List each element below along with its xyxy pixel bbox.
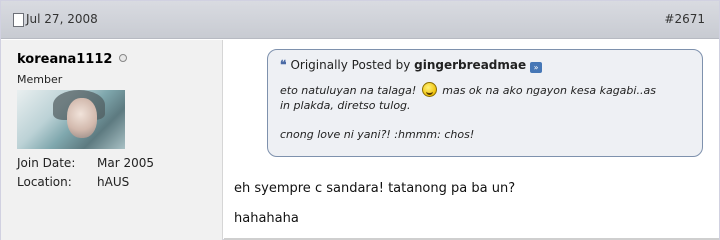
username-link[interactable]: koreana1112 (17, 52, 112, 67)
quote-box: ❝ Originally Posted by gingerbreadmae» et… (267, 49, 703, 157)
message-line-2: hahahaha (234, 211, 299, 226)
location-row: Location: hAUS (17, 175, 129, 189)
post-date: Jul 27, 2008 (26, 12, 98, 26)
document-icon (13, 13, 24, 27)
join-date-value: Mar 2005 (97, 156, 154, 170)
quote-icon: ❝ (280, 58, 287, 72)
grin-smiley-icon (421, 82, 437, 97)
quote-text-part2: mas ok na ako ngayon kesa kagabi..as (442, 84, 656, 97)
quote-line-3: cnong love ni yani?! :hmmm: chos! (280, 128, 475, 141)
join-date-row: Join Date: Mar 2005 (17, 156, 154, 170)
user-info-panel: koreana1112 Member Join Date: Mar 2005 Lo… (1, 40, 223, 240)
location-value: hAUS (97, 175, 130, 189)
location-label: Location: (17, 175, 72, 189)
message-line-1: eh syempre c sandara! tatanong pa ba un? (234, 181, 516, 196)
quote-line-2: in plakda, diretso tulog. (280, 99, 411, 112)
quote-line-1: eto natuluyan na talaga! mas ok na ako n… (280, 82, 656, 97)
offline-status-icon (119, 54, 127, 62)
view-post-icon[interactable]: » (530, 62, 543, 73)
post-number-link[interactable]: #2671 (664, 12, 705, 26)
quote-header: ❝ Originally Posted by gingerbreadmae» (280, 58, 543, 73)
quote-prefix: Originally Posted by (290, 58, 411, 72)
user-title: Member (17, 73, 63, 86)
avatar[interactable] (17, 90, 125, 149)
quote-text-part1: eto natuluyan na talaga! (280, 84, 417, 97)
post-header: Jul 27, 2008 #2671 (1, 1, 719, 39)
join-date-label: Join Date: (17, 156, 76, 170)
quote-author: gingerbreadmae (414, 58, 527, 72)
forum-post: Jul 27, 2008 #2671 koreana1112 Member Jo… (0, 0, 720, 240)
avatar-face (67, 98, 97, 138)
